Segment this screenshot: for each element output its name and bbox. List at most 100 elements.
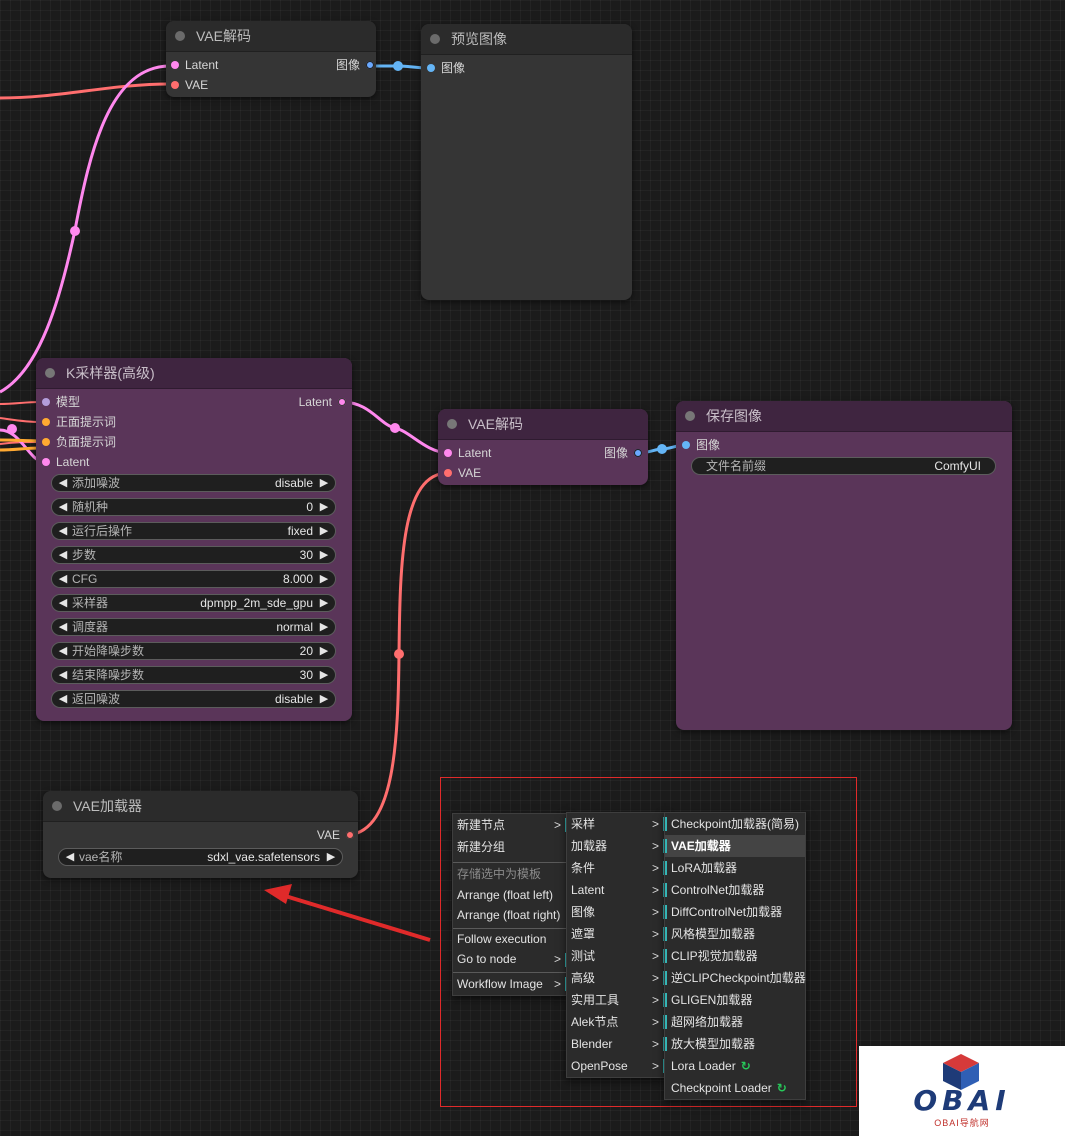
decrement-arrow-icon[interactable]: ◀ (56, 595, 70, 611)
menu-item-blender[interactable]: Blender > (567, 1033, 665, 1055)
menu-item-checkpoint-loader-simple[interactable]: Checkpoint加载器(简易) (665, 813, 805, 835)
increment-arrow-icon[interactable]: ▶ (317, 547, 331, 563)
menu-item-clip-vision-loader[interactable]: CLIP视觉加载器 (665, 945, 805, 967)
menu-item-openpose[interactable]: OpenPose > (567, 1055, 665, 1077)
node-title[interactable]: 预览图像 (421, 24, 632, 55)
increment-arrow-icon[interactable]: ▶ (324, 849, 338, 865)
increment-arrow-icon[interactable]: ▶ (317, 691, 331, 707)
menu-item-checkpoint-loader-custom[interactable]: Checkpoint Loader ↻ (665, 1077, 805, 1099)
increment-arrow-icon[interactable]: ▶ (317, 619, 331, 635)
collapse-dot-icon[interactable] (45, 368, 55, 378)
decrement-arrow-icon[interactable]: ◀ (56, 619, 70, 635)
vae-decode-node-top[interactable]: VAE解码 Latent VAE 图像 (166, 21, 376, 97)
preview-image-node[interactable]: 预览图像 图像 (421, 24, 632, 300)
menu-item-new-group[interactable]: 新建分组 (453, 836, 567, 858)
menu-item-conditioning[interactable]: 条件 > (567, 857, 665, 879)
input-vae[interactable]: VAE (171, 77, 208, 93)
node-title[interactable]: VAE解码 (438, 409, 648, 440)
menu-item-new-node[interactable]: 新建节点 > (453, 814, 567, 836)
menu-item-upscale-model-loader[interactable]: 放大模型加载器 (665, 1033, 805, 1055)
decrement-arrow-icon[interactable]: ◀ (56, 547, 70, 563)
input-vae[interactable]: VAE (444, 465, 481, 481)
node-title[interactable]: VAE加载器 (43, 791, 358, 822)
input-image[interactable]: 图像 (427, 60, 465, 76)
decrement-arrow-icon[interactable]: ◀ (56, 667, 70, 683)
menu-item-testing[interactable]: 测试 > (567, 945, 665, 967)
decrement-arrow-icon[interactable]: ◀ (56, 691, 70, 707)
menu-item-workflow-image[interactable]: Workflow Image > (453, 972, 567, 995)
menu-item-advanced[interactable]: 高级 > (567, 967, 665, 989)
increment-arrow-icon[interactable]: ▶ (317, 499, 331, 515)
menu-item-alek-nodes[interactable]: Alek节点 > (567, 1011, 665, 1033)
input-positive[interactable]: 正面提示词 (42, 414, 116, 430)
widget-steps[interactable]: ◀ 步数 30 ▶ (51, 546, 336, 564)
menu-item-diffcontrolnet-loader[interactable]: DiffControlNet加载器 (665, 901, 805, 923)
input-image[interactable]: 图像 (682, 437, 720, 453)
widget-cfg[interactable]: ◀ CFG 8.000 ▶ (51, 570, 336, 588)
menu-item-mask[interactable]: 遮罩 > (567, 923, 665, 945)
widget-add-noise[interactable]: ◀ 添加噪波 disable ▶ (51, 474, 336, 492)
decrement-arrow-icon[interactable]: ◀ (56, 523, 70, 539)
increment-arrow-icon[interactable]: ▶ (317, 571, 331, 587)
menu-item-controlnet-loader[interactable]: ControlNet加载器 (665, 879, 805, 901)
menu-item-image[interactable]: 图像 > (567, 901, 665, 923)
decrement-arrow-icon[interactable]: ◀ (56, 643, 70, 659)
menu-item-hypernetwork-loader[interactable]: 超网络加载器 (665, 1011, 805, 1033)
node-title[interactable]: 保存图像 (676, 401, 1012, 432)
save-image-node[interactable]: 保存图像 图像 文件名前缀 ComfyUI (676, 401, 1012, 730)
vae-loader-node[interactable]: VAE加载器 VAE ◀ vae名称 sdxl_vae.safetensors … (43, 791, 358, 878)
menu-item-go-to-node[interactable]: Go to node > (453, 949, 567, 969)
vae-name-selector[interactable]: ◀ vae名称 sdxl_vae.safetensors ▶ (58, 848, 343, 866)
increment-arrow-icon[interactable]: ▶ (317, 595, 331, 611)
widget-start-step[interactable]: ◀ 开始降噪步数 20 ▶ (51, 642, 336, 660)
output-latent[interactable]: Latent (299, 394, 346, 410)
collapse-dot-icon[interactable] (447, 419, 457, 429)
increment-arrow-icon[interactable]: ▶ (317, 475, 331, 491)
menu-item-save-as-template[interactable]: 存储选中为模板 (453, 862, 567, 885)
increment-arrow-icon[interactable]: ▶ (317, 523, 331, 539)
increment-arrow-icon[interactable]: ▶ (317, 643, 331, 659)
node-title[interactable]: K采样器(高级) (36, 358, 352, 389)
menu-item-sampling[interactable]: 采样 > (567, 813, 665, 835)
menu-item-style-model-loader[interactable]: 风格模型加载器 (665, 923, 805, 945)
output-image[interactable]: 图像 (604, 445, 642, 461)
collapse-dot-icon[interactable] (175, 31, 185, 41)
input-latent[interactable]: Latent (42, 454, 89, 470)
decrement-arrow-icon[interactable]: ◀ (63, 849, 77, 865)
menu-item-arrange-right[interactable]: Arrange (float right) (453, 905, 567, 925)
menu-item-latent[interactable]: Latent > (567, 879, 665, 901)
decrement-arrow-icon[interactable]: ◀ (56, 499, 70, 515)
input-model[interactable]: 模型 (42, 394, 80, 410)
menu-item-unclip-checkpoint-loader[interactable]: 逆CLIPCheckpoint加载器 (665, 967, 806, 989)
menu-item-lora-loader-custom[interactable]: Lora Loader ↻ (665, 1055, 805, 1077)
widget-end-step[interactable]: ◀ 结束降噪步数 30 ▶ (51, 666, 336, 684)
collapse-dot-icon[interactable] (52, 801, 62, 811)
menu-item-follow-execution[interactable]: Follow execution (453, 928, 567, 949)
collapse-dot-icon[interactable] (685, 411, 695, 421)
increment-arrow-icon[interactable]: ▶ (317, 667, 331, 683)
menu-item-loaders[interactable]: 加载器 > (567, 835, 665, 857)
filename-prefix-field[interactable]: 文件名前缀 ComfyUI (691, 457, 996, 475)
output-vae[interactable]: VAE (317, 827, 354, 843)
menu-item-lora-loader[interactable]: LoRA加载器 (665, 857, 805, 879)
menu-item-gligen-loader[interactable]: GLIGEN加载器 (665, 989, 805, 1011)
input-negative[interactable]: 负面提示词 (42, 434, 116, 450)
menu-item-utils[interactable]: 实用工具 > (567, 989, 665, 1011)
node-title[interactable]: VAE解码 (166, 21, 376, 52)
widget-sampler[interactable]: ◀ 采样器 dpmpp_2m_sde_gpu ▶ (51, 594, 336, 612)
menu-item-arrange-left[interactable]: Arrange (float left) (453, 885, 567, 905)
collapse-dot-icon[interactable] (430, 34, 440, 44)
input-latent[interactable]: Latent (171, 57, 218, 73)
ksampler-advanced-node[interactable]: K采样器(高级) 模型 正面提示词 负面提示词 Latent Latent ◀ … (36, 358, 352, 721)
vae-decode-node-mid[interactable]: VAE解码 Latent VAE 图像 (438, 409, 648, 485)
node-graph-canvas[interactable]: VAE解码 Latent VAE 图像 预览图像 图像 K采样器(高级) 模型 (0, 0, 1065, 1136)
decrement-arrow-icon[interactable]: ◀ (56, 571, 70, 587)
widget-scheduler[interactable]: ◀ 调度器 normal ▶ (51, 618, 336, 636)
widget-seed[interactable]: ◀ 随机种 0 ▶ (51, 498, 336, 516)
widget-control-after-generate[interactable]: ◀ 运行后操作 fixed ▶ (51, 522, 336, 540)
decrement-arrow-icon[interactable]: ◀ (56, 475, 70, 491)
input-latent[interactable]: Latent (444, 445, 491, 461)
widget-return-noise[interactable]: ◀ 返回噪波 disable ▶ (51, 690, 336, 708)
output-image[interactable]: 图像 (336, 57, 374, 73)
menu-item-vae-loader[interactable]: VAE加载器 (665, 835, 805, 857)
